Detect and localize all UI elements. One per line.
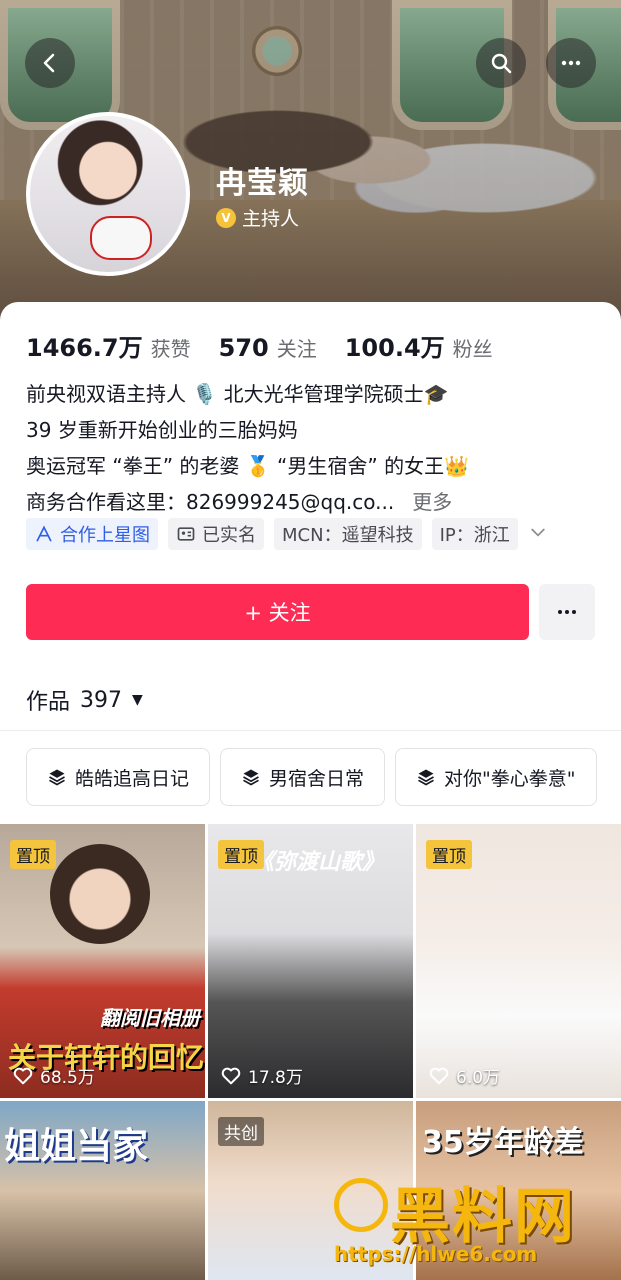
album-list: 皓皓追高日记 男宿舍日常 对你"拳心拳意"	[26, 748, 597, 806]
more-options-button[interactable]	[546, 38, 596, 88]
tag-realname-label: 已实名	[202, 525, 256, 546]
avatar[interactable]	[26, 112, 190, 276]
works-tab[interactable]: 作品 397 ▼	[26, 684, 143, 716]
album-title: 对你"拳心拳意"	[444, 767, 576, 790]
heart-icon	[13, 1067, 33, 1084]
star-map-icon	[36, 525, 52, 542]
video-tile[interactable]: 置顶 6.0万	[416, 824, 621, 1098]
bio-more-link[interactable]: 更多	[412, 490, 452, 514]
pinned-badge: 置顶	[10, 840, 56, 869]
album-item[interactable]: 男宿舍日常	[220, 748, 386, 806]
video-tile[interactable]: 共创	[208, 1101, 413, 1280]
bio-line-4: 商务合作看这里：826999245@qq.co... 更多	[26, 484, 606, 520]
follow-button[interactable]: + 关注	[26, 584, 529, 640]
video-caption: 《弥渡山歌》	[252, 850, 385, 875]
video-tile[interactable]: 35岁年龄差	[416, 1101, 621, 1280]
bio: 前央视双语主持人 🎙️ 北大光华管理学院硕士🎓 39 岁重新开始创业的三胎妈妈 …	[26, 376, 606, 520]
album-title: 男宿舍日常	[269, 767, 365, 790]
stat-followers-label: 粉丝	[452, 337, 493, 361]
stat-following-value: 570	[218, 334, 269, 362]
video-grid: 置顶 翻阅旧相册 关于轩轩的回忆 68.5万 置顶 《弥渡山歌》 17.8万 置…	[0, 824, 621, 1280]
verification-badge: V 主持人	[216, 204, 299, 231]
album-item[interactable]: 对你"拳心拳意"	[395, 748, 597, 806]
cocreate-badge: 共创	[218, 1117, 264, 1146]
album-item[interactable]: 皓皓追高日记	[26, 748, 211, 806]
tag-ip: IP：浙江	[431, 518, 518, 550]
tag-mcn-label: MCN：遥望科技	[282, 525, 414, 546]
bio-contact: 商务合作看这里：826999245@qq.co...	[26, 490, 395, 514]
video-tile[interactable]: 置顶 翻阅旧相册 关于轩轩的回忆 68.5万	[0, 824, 205, 1098]
layers-icon	[243, 769, 259, 786]
verified-icon: V	[216, 207, 236, 228]
layers-icon	[49, 769, 65, 786]
stats-row: 1466.7万 获赞 570 关注 100.4万 粉丝	[26, 328, 521, 363]
ellipsis-icon	[561, 60, 581, 66]
tag-ip-label: IP：浙江	[439, 525, 510, 546]
works-count: 397	[80, 687, 123, 713]
profile-more-button[interactable]	[539, 584, 595, 640]
video-likes: 68.5万	[12, 1063, 95, 1088]
video-subcaption: 翻阅旧相册	[100, 1006, 200, 1030]
video-tile[interactable]: 置顶 《弥渡山歌》 17.8万	[208, 824, 413, 1098]
stat-followers[interactable]: 100.4万 粉丝	[345, 328, 493, 363]
heart-icon	[429, 1067, 449, 1084]
profile-tags: 合作上星图 已实名 MCN：遥望科技 IP：浙江	[26, 518, 548, 550]
chevron-left-icon	[43, 53, 55, 73]
profile-name: 冉莹颖	[216, 166, 309, 201]
id-card-icon	[177, 527, 195, 541]
stat-following[interactable]: 570 关注	[219, 333, 317, 362]
heart-icon	[221, 1067, 241, 1084]
verification-label: 主持人	[242, 208, 300, 230]
avatar-boxing-glove	[90, 216, 152, 260]
bio-line-1: 前央视双语主持人 🎙️ 北大光华管理学院硕士🎓	[26, 382, 449, 406]
ellipsis-icon	[558, 610, 576, 614]
caret-down-icon: ▼	[132, 692, 143, 708]
album-title: 皓皓追高日记	[75, 767, 190, 790]
video-caption: 姐姐当家	[4, 1126, 149, 1167]
divider	[0, 730, 621, 731]
works-label: 作品	[26, 690, 71, 715]
search-icon	[491, 53, 512, 74]
tag-mcn[interactable]: MCN：遥望科技	[274, 518, 422, 550]
search-button[interactable]	[476, 38, 526, 88]
chevron-down-icon	[531, 528, 545, 537]
video-tile[interactable]: 姐姐当家	[0, 1101, 205, 1280]
stat-likes-value: 1466.7万	[26, 334, 143, 362]
stat-followers-value: 100.4万	[344, 334, 445, 362]
bio-line-2: 39 岁重新开始创业的三胎妈妈	[26, 418, 298, 442]
tags-expand-button[interactable]	[528, 522, 548, 546]
stat-likes: 1466.7万 获赞	[26, 328, 191, 363]
stat-likes-label: 获赞	[150, 337, 191, 361]
back-button[interactable]	[25, 38, 75, 88]
stat-following-label: 关注	[276, 337, 317, 361]
bio-line-3: 奥运冠军 “拳王” 的老婆 🥇 “男生宿舍” 的女王👑	[26, 454, 470, 478]
video-likes: 17.8万	[220, 1063, 303, 1088]
video-likes: 6.0万	[428, 1063, 500, 1088]
tag-star-map[interactable]: 合作上星图	[26, 518, 158, 550]
pinned-badge: 置顶	[426, 840, 472, 869]
tag-realname[interactable]: 已实名	[168, 518, 264, 550]
layers-icon	[418, 769, 434, 786]
tag-star-map-label: 合作上星图	[60, 525, 150, 546]
video-caption: 35岁年龄差	[422, 1125, 584, 1160]
